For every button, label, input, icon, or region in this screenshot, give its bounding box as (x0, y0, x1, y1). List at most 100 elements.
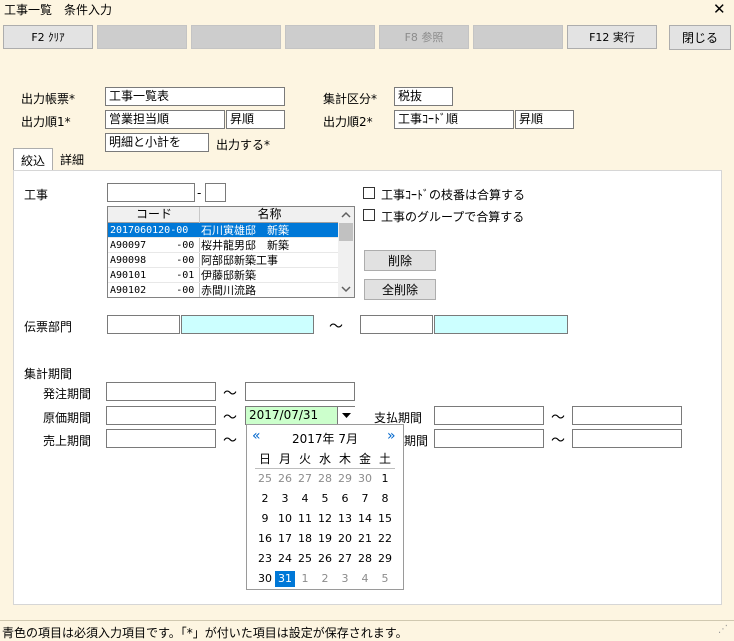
date-dropdown-button[interactable] (337, 407, 355, 424)
dept-to-code-field[interactable] (360, 315, 433, 334)
calendar-day[interactable]: 4 (355, 571, 375, 587)
calendar-day[interactable]: 20 (335, 531, 355, 547)
calendar-day[interactable]: 14 (355, 511, 375, 527)
calendar-day[interactable]: 21 (355, 531, 375, 547)
close-button[interactable]: 閉じる (669, 25, 731, 50)
calendar-day[interactable]: 3 (335, 571, 355, 587)
calendar-day[interactable]: 1 (295, 571, 315, 587)
sales-period-from-field[interactable] (106, 429, 216, 448)
tally-field[interactable]: 税抜 (394, 87, 453, 106)
order-period-to-field[interactable] (245, 382, 355, 401)
calendar-day[interactable]: 8 (375, 491, 395, 507)
pay-period-tilde: ～ (551, 410, 565, 426)
calendar-day[interactable]: 28 (355, 551, 375, 567)
report-field[interactable]: 工事一覧表 (105, 87, 285, 106)
window-title: 工事一覧 条件入力 (4, 3, 113, 17)
list-item[interactable]: A90098 -00 阿部邸新築工事 (108, 253, 338, 268)
order2-field[interactable]: 工事ｺｰﾄﾞ順 (394, 110, 514, 129)
order1-direction-field[interactable]: 昇順 (226, 110, 285, 129)
detail-output-field[interactable]: 明細と小計を (105, 133, 209, 152)
koji-code-field[interactable] (107, 183, 195, 202)
second-period-from-field[interactable] (434, 429, 544, 448)
order-period-tilde: ～ (223, 386, 237, 402)
calendar-day[interactable]: 11 (295, 511, 315, 527)
list-item[interactable]: 2017060120-00 石川寅雄邸 新築 (108, 223, 338, 238)
calendar-day[interactable]: 6 (335, 491, 355, 507)
dept-to-name-field (434, 315, 568, 334)
calendar-weekday: 金 (358, 452, 371, 466)
tally-label: 集計区分* (323, 92, 378, 106)
order1-label: 出力順1* (21, 115, 71, 129)
list-header-name: 名称 (257, 207, 282, 221)
status-text: 青色の項目は必須入力項目です。「*」が付いた項目は設定が保存されます。 (2, 626, 408, 640)
calendar-day[interactable]: 10 (275, 511, 295, 527)
calendar-day[interactable]: 9 (255, 511, 275, 527)
chevron-down-icon (342, 413, 351, 418)
calendar-day[interactable]: 25 (295, 551, 315, 567)
calendar-day[interactable]: 12 (315, 511, 335, 527)
calendar-day[interactable]: 29 (375, 551, 395, 567)
calendar-day[interactable]: 27 (295, 471, 315, 487)
list-item[interactable]: A90101 -01 伊藤邸新築 (108, 268, 338, 283)
merge-branch-checkbox[interactable] (363, 187, 375, 199)
calendar-weekday: 木 (338, 452, 351, 466)
calendar-day[interactable]: 5 (375, 571, 395, 587)
calendar-day[interactable]: 24 (275, 551, 295, 567)
tab-filter[interactable]: 絞込 (13, 148, 53, 171)
calendar-day[interactable]: 1 (375, 471, 395, 487)
tab-detail[interactable]: 詳細 (55, 149, 89, 170)
calendar-day[interactable]: 3 (275, 491, 295, 507)
calendar-day[interactable]: 4 (295, 491, 315, 507)
calendar-day[interactable]: 16 (255, 531, 275, 547)
f2-clear-button[interactable]: F2 ｸﾘｱ (3, 25, 93, 49)
calendar-day[interactable]: 25 (255, 471, 275, 487)
calendar-day[interactable]: 13 (335, 511, 355, 527)
pay-period-from-field[interactable] (434, 406, 544, 425)
list-item[interactable]: A90097 -00 桜井龍男邸 新築 (108, 238, 338, 253)
calendar-day[interactable]: 30 (355, 471, 375, 487)
calendar-day[interactable]: 30 (255, 571, 275, 587)
list-header: コード 名称 (108, 207, 338, 223)
calendar-day[interactable]: 26 (315, 551, 335, 567)
delete-button[interactable]: 削除 (364, 250, 436, 271)
f10-button (473, 25, 563, 49)
order2-direction-field[interactable]: 昇順 (515, 110, 574, 129)
list-scrollbar[interactable] (338, 207, 354, 297)
f12-execute-button[interactable]: F12 実行 (567, 25, 657, 49)
sales-period-label: 売上期間 (43, 434, 92, 448)
calendar-day[interactable]: 26 (275, 471, 295, 487)
calendar-day[interactable]: 2 (315, 571, 335, 587)
calendar-day[interactable]: 19 (315, 531, 335, 547)
list-item[interactable]: A90102 -00 赤間川流路 (108, 283, 338, 297)
f4-button (191, 25, 281, 49)
koji-label: 工事 (24, 188, 49, 202)
window-close-icon[interactable]: ✕ (713, 0, 726, 18)
calendar-day[interactable]: 18 (295, 531, 315, 547)
calendar-day[interactable]: 28 (315, 471, 335, 487)
delete-all-button[interactable]: 全削除 (364, 279, 436, 300)
calendar-day[interactable]: 31 (275, 571, 295, 587)
dept-from-name-field (181, 315, 314, 334)
calendar-day[interactable]: 22 (375, 531, 395, 547)
calendar-day[interactable]: 7 (355, 491, 375, 507)
order1-field[interactable]: 営業担当順 (105, 110, 225, 129)
calendar-day[interactable]: 17 (275, 531, 295, 547)
next-month-icon[interactable]: » (387, 428, 396, 444)
calendar-month-title[interactable]: 2017年 7月 (247, 430, 403, 447)
resize-grip-icon[interactable]: ⋰ (718, 624, 728, 635)
merge-group-checkbox[interactable] (363, 209, 375, 221)
calendar-day[interactable]: 23 (255, 551, 275, 567)
second-period-to-field[interactable] (572, 429, 682, 448)
scrollbar-arrows-icon (339, 211, 353, 293)
calendar-day[interactable]: 29 (335, 471, 355, 487)
dept-from-code-field[interactable] (107, 315, 180, 334)
order-period-from-field[interactable] (106, 382, 216, 401)
cost-period-from-field[interactable] (106, 406, 216, 425)
calendar-day[interactable]: 2 (255, 491, 275, 507)
koji-list[interactable]: コード 名称 2017060120-00 石川寅雄邸 新築 A90097 -00 桜… (107, 206, 355, 298)
calendar-day[interactable]: 15 (375, 511, 395, 527)
calendar-day[interactable]: 27 (335, 551, 355, 567)
calendar-day[interactable]: 5 (315, 491, 335, 507)
koji-branch-field[interactable] (205, 183, 226, 202)
pay-period-to-field[interactable] (572, 406, 682, 425)
